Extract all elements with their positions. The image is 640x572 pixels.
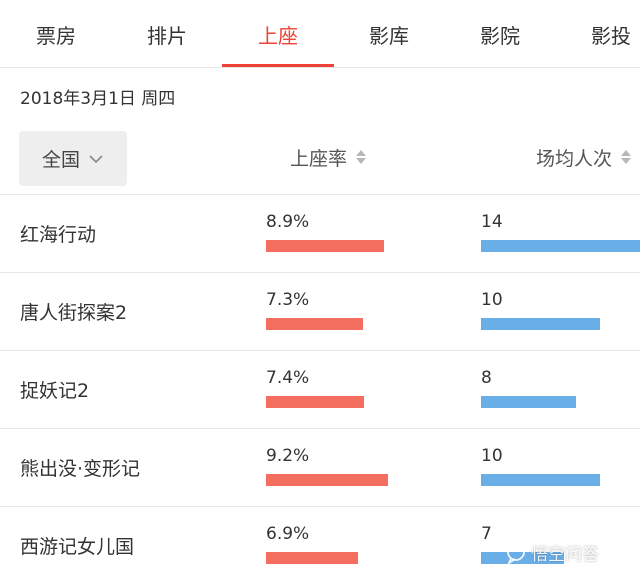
tab-occupancy[interactable]: 上座 — [222, 0, 334, 68]
occupancy-rate-bar — [266, 240, 384, 252]
sort-icon — [356, 150, 367, 164]
occupancy-rate-value: 8.9% — [266, 212, 310, 232]
film-name: 西游记女儿国 — [20, 536, 135, 558]
film-name: 唐人街探案2 — [20, 302, 128, 324]
region-dropdown-value: 全国 — [41, 149, 80, 171]
avg-attendance-value: 14 — [481, 212, 503, 232]
speech-bubble-icon — [507, 542, 525, 564]
table-row[interactable]: 捉妖记2 7.4% 8 — [0, 350, 640, 428]
avg-attendance-bar — [481, 318, 600, 330]
film-name: 红海行动 — [20, 224, 97, 246]
avg-attendance-value: 8 — [481, 368, 492, 388]
column-header-label: 上座率 — [290, 147, 348, 170]
occupancy-rate-bar — [266, 318, 363, 330]
occupancy-rate-bar — [266, 474, 388, 486]
chevron-down-icon — [89, 154, 103, 163]
occupancy-rate-value: 7.3% — [266, 290, 310, 310]
active-tab-indicator — [222, 64, 334, 67]
region-dropdown[interactable]: 全国 — [19, 131, 127, 186]
film-name: 熊出没·变形记 — [20, 458, 141, 480]
occupancy-rate-value: 9.2% — [266, 446, 310, 466]
table-row[interactable]: 熊出没·变形记 9.2% 10 — [0, 428, 640, 506]
table-row[interactable]: 唐人街探案2 7.3% 10 — [0, 272, 640, 350]
avg-attendance-bar — [481, 240, 640, 252]
tab-bar: 票房 排片 上座 影库 影院 影投 — [0, 0, 640, 68]
avg-attendance-value: 10 — [481, 446, 503, 466]
avg-attendance-value: 10 — [481, 290, 503, 310]
watermark: 悟空问答 — [505, 540, 599, 565]
column-header-avg-attendance[interactable]: 场均人次 — [536, 142, 632, 172]
column-header-label: 场均人次 — [536, 147, 613, 170]
watermark-text: 悟空问答 — [531, 545, 599, 565]
table-row[interactable]: 红海行动 8.9% 14 — [0, 194, 640, 272]
column-header-occupancy-rate[interactable]: 上座率 — [290, 142, 367, 172]
occupancy-rate-value: 6.9% — [266, 524, 310, 544]
tab-film-investment[interactable]: 影投 — [555, 0, 640, 68]
occupancy-rate-value: 7.4% — [266, 368, 310, 388]
tab-schedule[interactable]: 排片 — [111, 0, 223, 68]
film-name: 捉妖记2 — [20, 380, 90, 402]
tab-cinemas[interactable]: 影院 — [444, 0, 556, 68]
sort-icon — [621, 150, 632, 164]
date-label: 2018年3月1日 周四 — [20, 89, 176, 109]
tab-box-office[interactable]: 票房 — [0, 0, 112, 68]
occupancy-rate-bar — [266, 552, 358, 564]
avg-attendance-value: 7 — [481, 524, 492, 544]
occupancy-rate-bar — [266, 396, 364, 408]
tab-film-library[interactable]: 影库 — [333, 0, 445, 68]
avg-attendance-bar — [481, 474, 600, 486]
avg-attendance-bar — [481, 396, 576, 408]
